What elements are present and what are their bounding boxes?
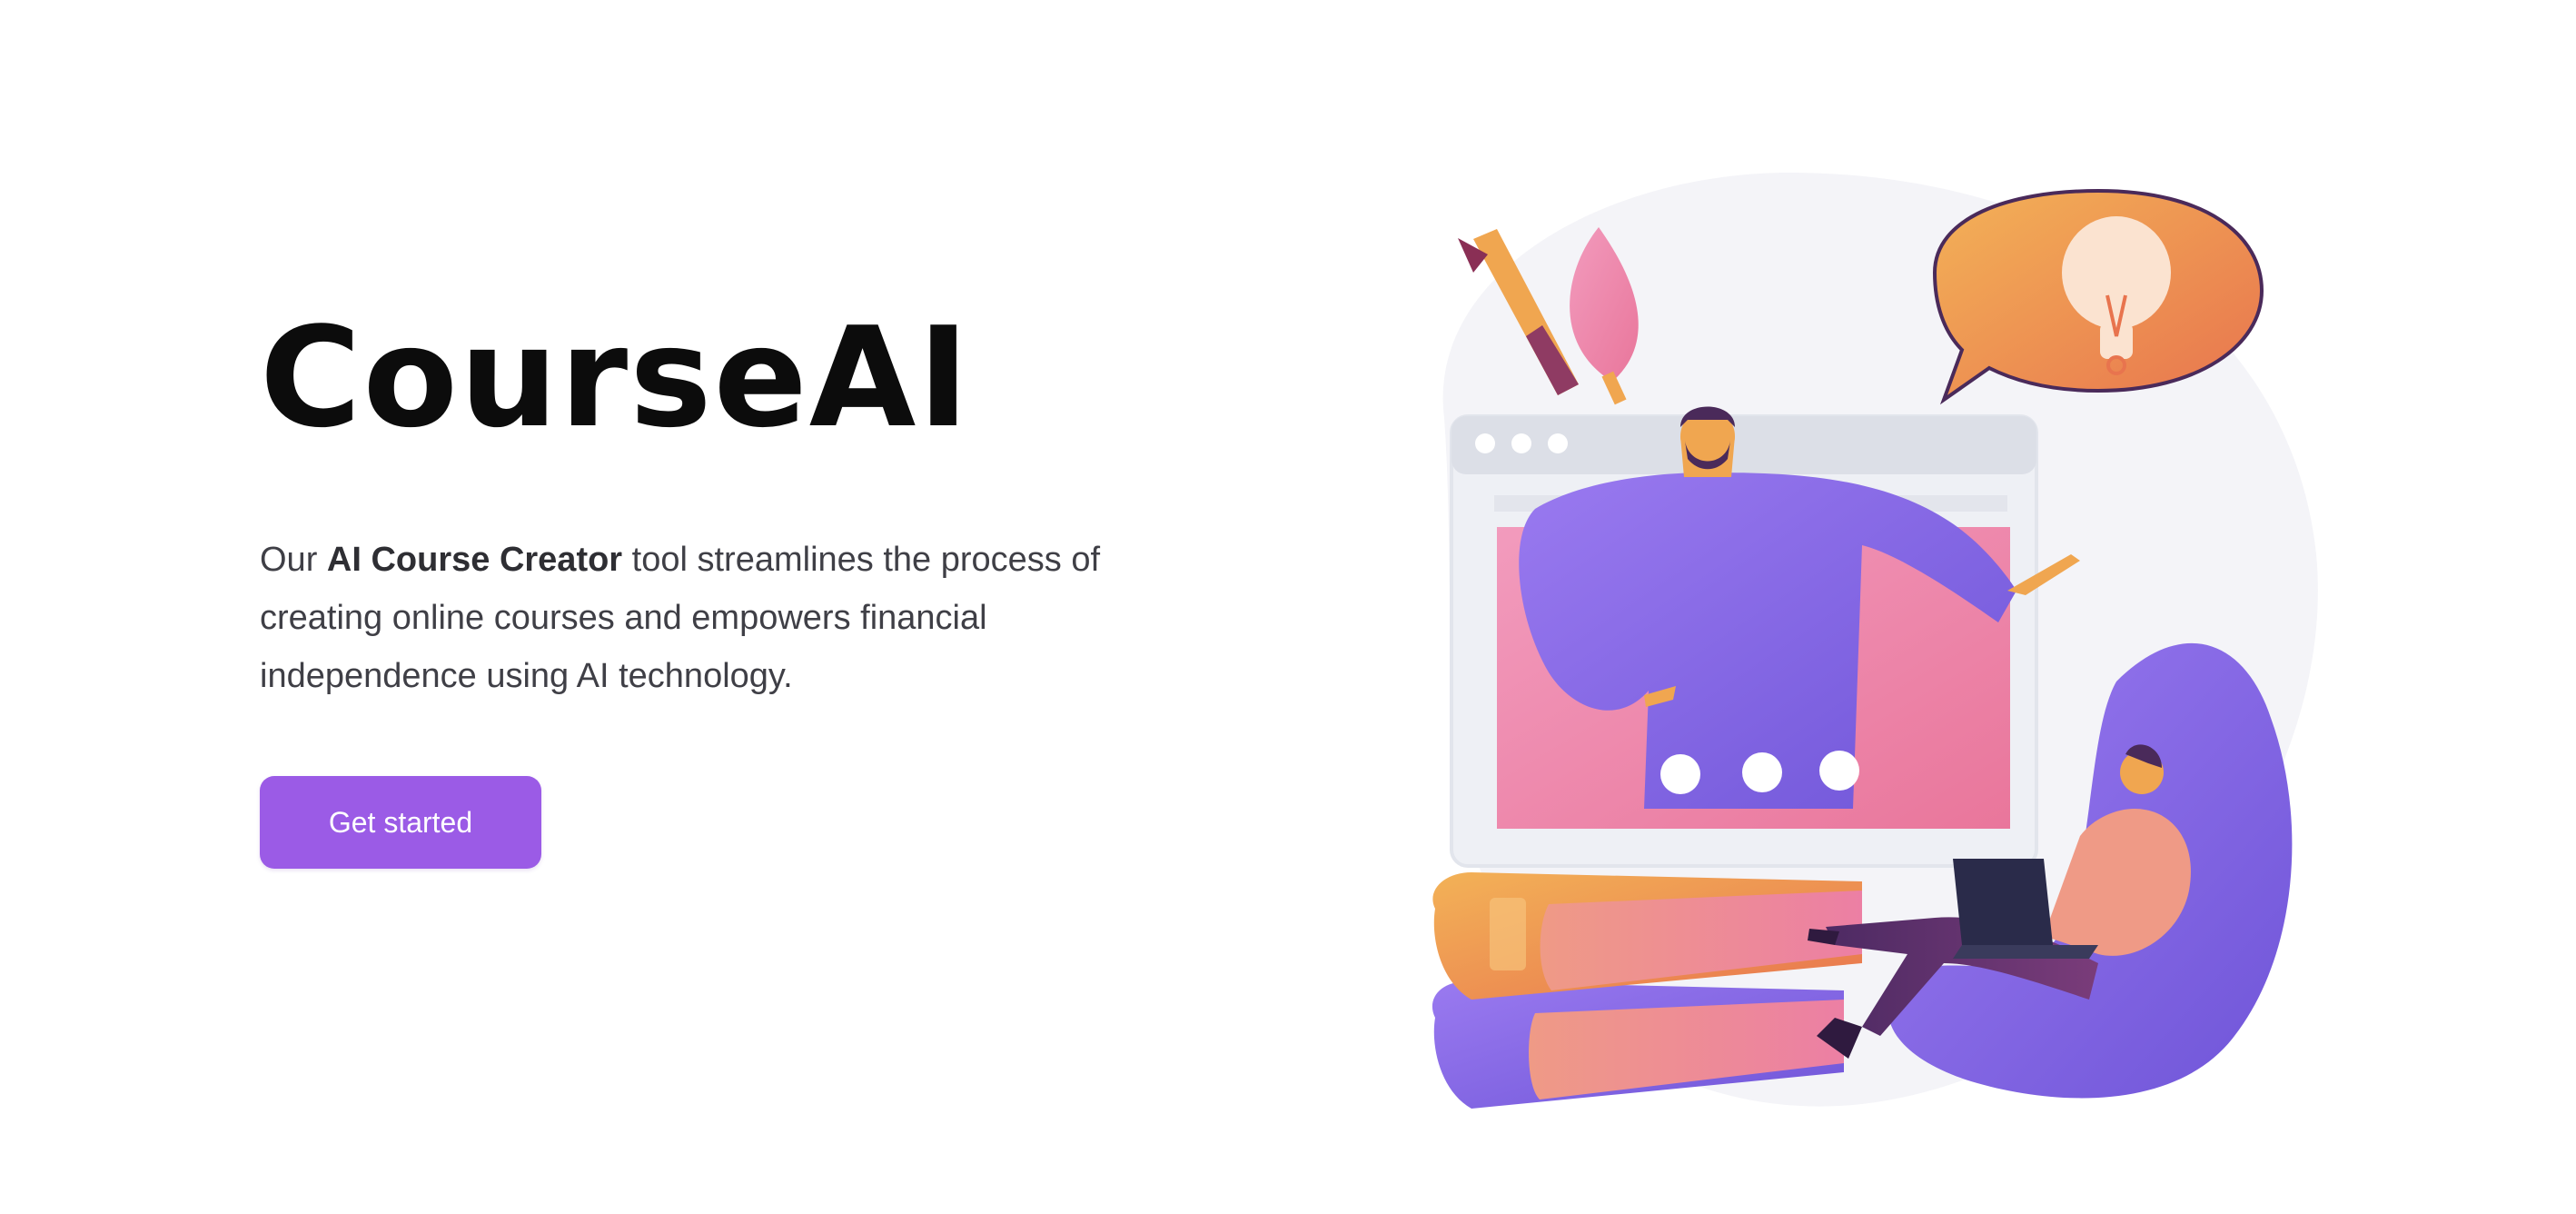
get-started-button[interactable]: Get started: [260, 776, 541, 869]
hero-description-highlight: AI Course Creator: [326, 541, 623, 579]
hero-section: CourseAI Our AI Course Creator tool stre…: [260, 309, 1168, 869]
hero-description: Our AI Course Creator tool streamlines t…: [260, 531, 1150, 705]
page-title: CourseAI: [260, 297, 971, 458]
hero-description-intro: Our: [260, 541, 327, 579]
book-stack: [1432, 872, 1862, 1109]
landing-page: CourseAI Our AI Course Creator tool stre…: [0, 0, 2576, 1214]
online-teaching-illustration: [1432, 173, 2318, 1109]
